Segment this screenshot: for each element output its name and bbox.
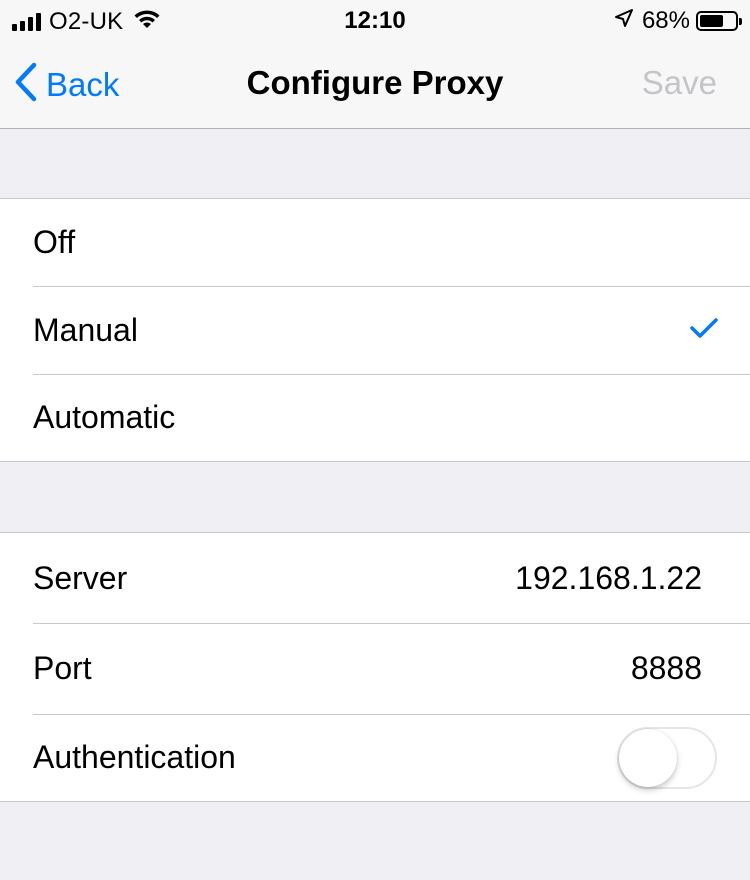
checkmark-icon — [690, 317, 718, 344]
port-label: Port — [33, 650, 92, 686]
port-row[interactable]: Port 8888 — [0, 623, 750, 714]
option-label: Manual — [33, 311, 138, 348]
proxy-option-automatic[interactable]: Automatic — [0, 374, 750, 461]
navigation-bar: Back Configure Proxy Save — [0, 42, 750, 129]
option-label: Off — [33, 224, 76, 260]
server-row[interactable]: Server 192.168.1.22 — [0, 533, 750, 623]
server-field[interactable]: 192.168.1.22 — [515, 560, 702, 597]
option-label: Automatic — [33, 399, 176, 435]
toggle-knob[interactable] — [619, 728, 677, 787]
authentication-toggle[interactable] — [617, 726, 717, 789]
status-right: 68% — [614, 7, 742, 35]
location-icon — [614, 7, 634, 35]
server-label: Server — [33, 559, 128, 596]
battery-icon — [696, 11, 742, 31]
proxy-option-manual[interactable]: Manual — [0, 286, 750, 374]
status-bar: O2-UK 12:10 68% — [0, 0, 750, 42]
authentication-row: Authentication — [0, 714, 750, 801]
port-field[interactable]: 8888 — [631, 650, 702, 687]
manual-settings-group: Server 192.168.1.22 Port 8888 Authentica… — [0, 532, 750, 802]
battery-percentage: 68% — [641, 7, 690, 34]
authentication-label: Authentication — [33, 739, 236, 775]
proxy-option-off[interactable]: Off — [0, 199, 750, 286]
save-button[interactable]: Save — [642, 64, 717, 102]
page-title: Configure Proxy — [246, 64, 504, 101]
proxy-mode-group: Off Manual Automatic — [0, 198, 750, 462]
